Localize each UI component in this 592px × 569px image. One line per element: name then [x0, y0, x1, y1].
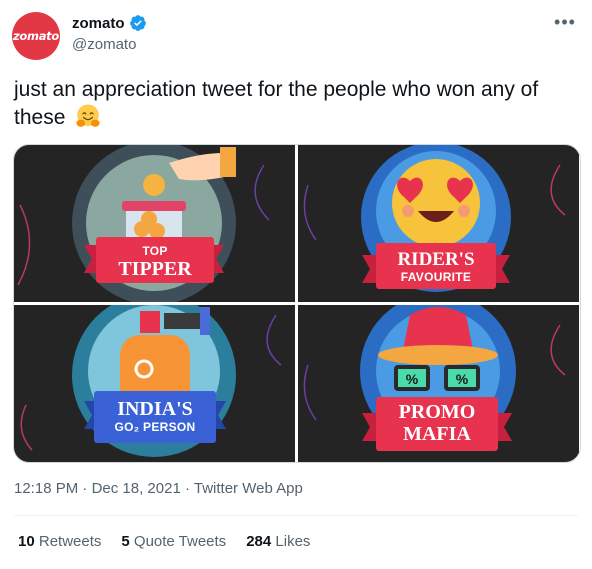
- badge-indias-go2-person[interactable]: INDIA'S GO₂ PERSON: [14, 305, 295, 462]
- avatar-logo-text: zomato: [13, 29, 59, 43]
- badge-line2: MAFIA: [403, 423, 471, 445]
- author-name-row[interactable]: zomato: [72, 14, 147, 32]
- quotes-label: Quote Tweets: [133, 533, 227, 550]
- svg-text:%: %: [406, 371, 419, 387]
- badge-line2: GO₂ PERSON: [114, 420, 196, 434]
- verified-badge-icon: [129, 15, 146, 31]
- badge-line2: FAVOURITE: [400, 270, 472, 284]
- engagement-stats: 10 Retweets 5 Quote Tweets 284 Likes: [18, 533, 310, 550]
- tweet-source[interactable]: Twitter Web App: [194, 480, 303, 497]
- badge-line1: INDIA'S: [117, 398, 193, 420]
- likes-label: Likes: [275, 533, 311, 550]
- retweets-count: 10: [18, 533, 35, 550]
- more-options-icon[interactable]: •••: [552, 12, 578, 32]
- retweets-label: Retweets: [38, 533, 102, 550]
- likes-count: 284: [246, 533, 272, 550]
- oxygen-cylinder-illustration: [20, 305, 282, 457]
- avatar[interactable]: zomato: [12, 12, 60, 60]
- tweet-text: just an appreciation tweet for the peopl…: [14, 76, 580, 131]
- tweet-time[interactable]: 12:18 PM: [14, 480, 78, 497]
- tweet-date[interactable]: Dec 18, 2021: [92, 480, 181, 497]
- meta-separator: ·: [82, 480, 92, 497]
- handle[interactable]: @zomato: [72, 36, 136, 53]
- retweets-stat[interactable]: 10 Retweets: [18, 533, 101, 550]
- badge-line1: TOP: [142, 244, 168, 258]
- meta-separator: ·: [184, 480, 194, 497]
- badge-line1: PROMO: [398, 401, 476, 423]
- badge-line1: RIDER'S: [397, 249, 475, 270]
- quotes-count: 5: [121, 533, 130, 550]
- badge-promo-mafia[interactable]: % % PROMO MAFIA: [298, 305, 579, 462]
- tweet-header: zomato zomato @zomato •••: [0, 0, 592, 70]
- display-name[interactable]: zomato: [72, 15, 125, 32]
- tweet-timestamp: 12:18 PM · Dec 18, 2021 · Twitter Web Ap…: [14, 480, 303, 497]
- svg-text:%: %: [456, 371, 469, 387]
- hugging-face-emoji-icon: [76, 104, 100, 127]
- quote-tweets-stat[interactable]: 5 Quote Tweets: [121, 533, 226, 550]
- divider: [14, 515, 578, 516]
- badge-top-tipper[interactable]: TOP TIPPER: [14, 145, 295, 302]
- media-grid[interactable]: TOP TIPPER RIDER'S FAVOURITE INDIA'S GO₂…: [13, 144, 581, 463]
- likes-stat[interactable]: 284 Likes: [246, 533, 310, 550]
- badge-riders-favourite[interactable]: RIDER'S FAVOURITE: [298, 145, 579, 302]
- badge-line2: TIPPER: [118, 258, 192, 280]
